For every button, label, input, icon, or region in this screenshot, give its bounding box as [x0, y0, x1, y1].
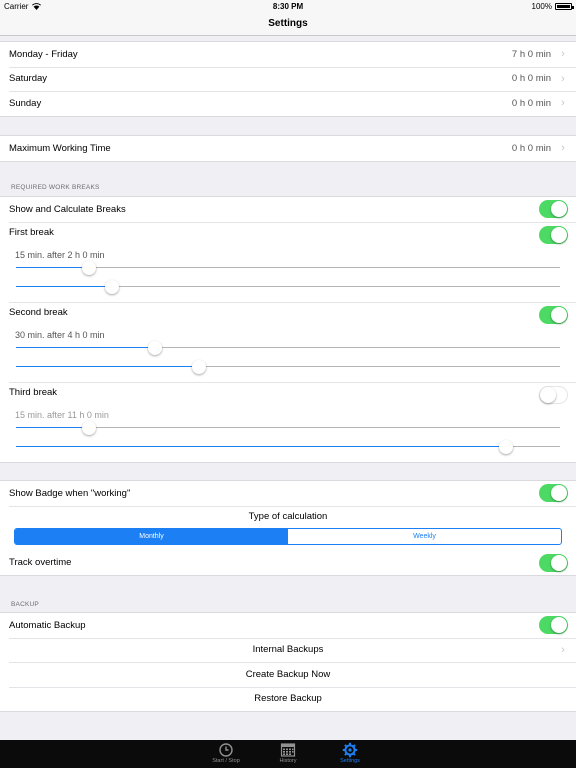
break-title: Third break	[9, 386, 58, 398]
row-automatic-backup: Automatic Backup	[0, 613, 576, 638]
row-label: Restore Backup	[254, 693, 322, 705]
row-track-overtime: Track overtime	[0, 551, 576, 576]
create-backup-button[interactable]: Create Backup Now	[0, 662, 576, 687]
row-show-calculate-breaks: Show and Calculate Breaks	[0, 197, 576, 222]
break-after-slider[interactable]	[16, 279, 560, 294]
third-break-toggle[interactable]	[539, 385, 568, 404]
row-label: Track overtime	[9, 557, 72, 569]
row-label: Show Badge when "working"	[9, 487, 131, 499]
slider-thumb[interactable]	[104, 279, 119, 294]
row-value: 7 h 0 min	[511, 48, 551, 60]
tab-history[interactable]: History	[268, 740, 309, 768]
break-duration-slider[interactable]	[16, 340, 560, 355]
track-overtime-toggle[interactable]	[539, 553, 568, 572]
display-section: Show Badge when "working" Type of calcul…	[0, 480, 576, 576]
automatic-backup-toggle[interactable]	[539, 616, 568, 635]
tab-settings[interactable]: Settings	[330, 740, 371, 768]
breaks-section: Show and Calculate Breaks First break 15…	[0, 196, 576, 463]
slider-thumb[interactable]	[498, 439, 513, 454]
row-label: Maximum Working Time	[9, 142, 111, 154]
break-after-slider[interactable]	[16, 359, 560, 374]
nav-bar: Settings	[0, 12, 576, 36]
row-label: Monday - Friday	[9, 48, 78, 60]
segment-weekly[interactable]: Weekly	[288, 529, 561, 544]
break-duration-slider[interactable]	[16, 260, 560, 275]
row-saturday[interactable]: Saturday 0 h 0 min ›	[0, 66, 576, 92]
backup-section: Automatic Backup Internal Backups › Crea…	[0, 612, 576, 712]
calculation-label: Type of calculation	[248, 511, 328, 522]
backup-section-header: BACKUP	[11, 601, 39, 608]
slider-thumb[interactable]	[82, 420, 97, 435]
show-breaks-toggle[interactable]	[539, 200, 568, 219]
row-monday-friday[interactable]: Monday - Friday 7 h 0 min ›	[0, 42, 576, 67]
battery-percent: 100%	[531, 2, 552, 11]
breaks-section-header: REQUIRED WORK BREAKS	[11, 184, 100, 191]
chevron-right-icon: ›	[561, 72, 565, 85]
row-max-working-time[interactable]: Maximum Working Time 0 h 0 min ›	[0, 136, 576, 161]
slider-thumb[interactable]	[82, 260, 97, 275]
row-label: Create Backup Now	[245, 668, 331, 680]
status-bar: Carrier 8:30 PM 100%	[0, 0, 576, 12]
tab-bar: Start / Stop History Settings	[0, 740, 576, 768]
break-description: 15 min. after 11 h 0 min	[15, 409, 109, 420]
row-value: 0 h 0 min	[511, 73, 551, 85]
clock-icon	[219, 743, 233, 757]
calculation-cell: Type of calculation Monthly Weekly	[0, 505, 576, 545]
tab-label: History	[279, 758, 297, 764]
row-value: 0 h 0 min	[511, 142, 551, 154]
second-break-toggle[interactable]	[539, 305, 568, 324]
chevron-right-icon: ›	[561, 142, 565, 155]
tab-start-stop[interactable]: Start / Stop	[206, 740, 247, 768]
max-working-section: Maximum Working Time 0 h 0 min ›	[0, 135, 576, 162]
internal-backups-button[interactable]: Internal Backups ›	[0, 637, 576, 663]
row-label: Saturday	[9, 73, 48, 85]
calendar-icon	[280, 743, 296, 757]
tab-label: Settings	[340, 758, 360, 764]
break-title: Second break	[9, 306, 68, 318]
first-break-cell: First break 15 min. after 2 h 0 min	[0, 221, 576, 302]
gear-icon	[342, 742, 358, 758]
third-break-cell: Third break 15 min. after 11 h 0 min	[0, 381, 576, 462]
break-description: 15 min. after 2 h 0 min	[15, 249, 105, 260]
tab-label: Start / Stop	[212, 758, 240, 764]
page-title: Settings	[268, 18, 308, 29]
break-duration-slider[interactable]	[16, 420, 560, 435]
row-label: Show and Calculate Breaks	[9, 203, 126, 215]
chevron-right-icon: ›	[561, 643, 565, 656]
segment-monthly[interactable]: Monthly	[15, 528, 288, 544]
row-label: Sunday	[9, 97, 42, 109]
slider-thumb[interactable]	[147, 340, 162, 355]
row-value: 0 h 0 min	[511, 97, 551, 109]
second-break-cell: Second break 30 min. after 4 h 0 min	[0, 301, 576, 382]
chevron-right-icon: ›	[561, 97, 565, 110]
battery-icon	[555, 3, 574, 10]
restore-backup-button[interactable]: Restore Backup	[0, 686, 576, 712]
first-break-toggle[interactable]	[539, 225, 568, 244]
row-sunday[interactable]: Sunday 0 h 0 min ›	[0, 91, 576, 116]
status-time: 8:30 PM	[272, 2, 304, 11]
row-label: Automatic Backup	[9, 619, 86, 631]
chevron-right-icon: ›	[561, 48, 565, 61]
row-label: Internal Backups	[252, 644, 324, 656]
break-description: 30 min. after 4 h 0 min	[15, 329, 105, 340]
show-badge-toggle[interactable]	[539, 484, 568, 503]
break-title: First break	[9, 226, 54, 238]
working-hours-section: Monday - Friday 7 h 0 min › Saturday 0 h…	[0, 41, 576, 117]
row-show-badge: Show Badge when "working"	[0, 481, 576, 506]
slider-thumb[interactable]	[191, 359, 206, 374]
calculation-segmented-control[interactable]: Monthly Weekly	[14, 527, 562, 545]
break-after-slider[interactable]	[16, 439, 560, 454]
